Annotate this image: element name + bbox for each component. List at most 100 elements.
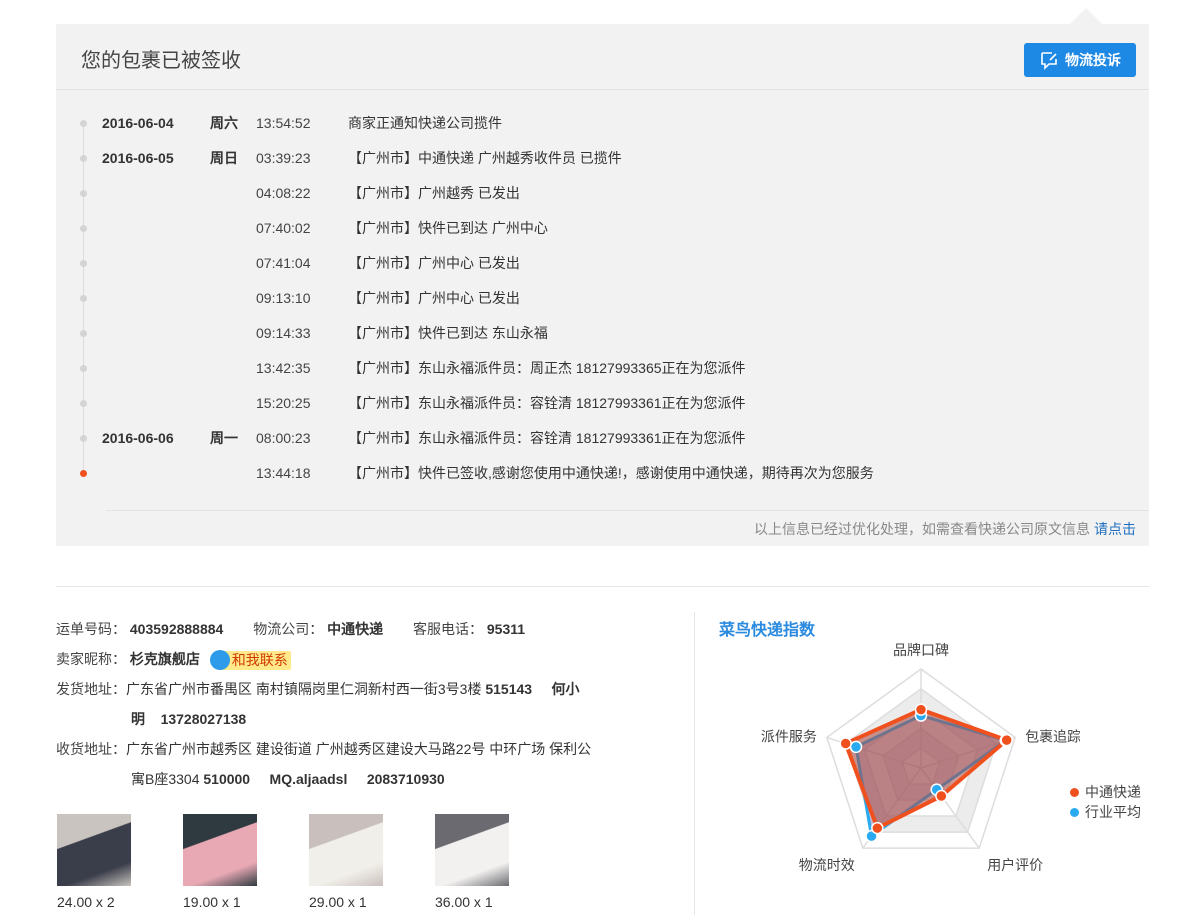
timeline-date: 2016-06-05	[102, 150, 174, 166]
footer-note-text: 以上信息已经过优化处理，如需查看快递公司原文信息	[754, 521, 1090, 537]
radar-point	[935, 789, 948, 803]
timeline-dot	[80, 295, 87, 302]
product-price-qty: 36.00 x 1	[435, 894, 493, 910]
complain-label: 物流投诉	[1065, 52, 1121, 68]
timeline-row: 2016-06-04 周六 13:54:52 商家正通知快递公司揽件	[56, 113, 1149, 133]
recv-label: 收货地址：	[56, 741, 126, 757]
radar-axis-label: 品牌口碑	[893, 642, 949, 658]
info-row-recv-cont: 寓B座3304 510000 MQ.aljaadsl 2083710930	[131, 769, 445, 789]
phone-label: 客服电话：	[413, 621, 483, 637]
timeline-weekday: 周日	[210, 150, 238, 166]
timeline-time: 13:54:52	[256, 115, 311, 131]
company-label: 物流公司：	[253, 621, 324, 637]
seller-name: 杉克旗舰店	[129, 651, 200, 667]
timeline-time: 09:13:10	[256, 290, 311, 306]
timeline-row: 04:08:22 【广州市】广州越秀 已发出	[56, 183, 1149, 203]
recv-phone: 2083710930	[366, 771, 445, 787]
comment-edit-icon	[1041, 52, 1057, 70]
recv-address-2: 寓B座3304	[131, 771, 200, 787]
timeline-row: 09:14:33 【广州市】快件已到达 东山永福	[56, 323, 1149, 343]
recv-zip: 510000	[203, 771, 251, 787]
radar-axis-label: 用户评价	[987, 857, 1043, 873]
timeline-desc: 【广州市】快件已签收,感谢您使用中通快递!，感谢使用中通快递，期待再次为您服务	[348, 465, 874, 481]
seller-label: 卖家昵称：	[56, 651, 126, 667]
timeline-dot	[80, 470, 87, 477]
legend-item-zto: 中通快递	[1070, 782, 1141, 802]
timeline-row: 2016-06-06 周一 08:00:23 【广州市】东山永福派件员：容铨清 …	[56, 428, 1149, 448]
timeline-row: 07:40:02 【广州市】快件已到达 广州中心	[56, 218, 1149, 238]
timeline-desc: 【广州市】中通快递 广州越秀收件员 已揽件	[348, 150, 622, 166]
legend-dot	[1070, 807, 1079, 817]
timeline-dot	[80, 365, 87, 372]
legend-dot	[1070, 787, 1079, 797]
timeline-dot	[80, 435, 87, 442]
legend-item-industry: 行业平均	[1070, 802, 1141, 822]
timeline-desc: 【广州市】广州中心 已发出	[348, 290, 520, 306]
timeline-time: 09:14:33	[256, 325, 311, 341]
legend-label: 中通快递	[1085, 784, 1141, 800]
timeline-dot	[80, 120, 87, 127]
ship-label: 发货地址：	[56, 681, 126, 697]
timeline-dot	[80, 400, 87, 407]
ship-zip: 515143	[485, 681, 533, 697]
timeline-time: 15:20:25	[256, 395, 311, 411]
timeline-time: 08:00:23	[256, 430, 311, 446]
section-divider	[56, 586, 1149, 587]
chart-title: 菜鸟快递指数	[719, 622, 816, 639]
timeline-desc: 【广州市】快件已到达 广州中心	[348, 220, 548, 236]
product-price-qty: 29.00 x 1	[309, 894, 367, 910]
info-row-recv: 收货地址：广东省广州市越秀区 建设街道 广州越秀区建设大马路22号 中环广场 保…	[56, 739, 591, 759]
product-thumbnail[interactable]	[435, 814, 509, 886]
original-info-link[interactable]: 请点击	[1094, 521, 1136, 537]
radar-axis-label: 包裹追踪	[1025, 728, 1080, 744]
radar-point	[871, 821, 884, 835]
radar-point	[914, 703, 928, 716]
radar-axis-label: 物流时效	[799, 857, 855, 873]
timeline-desc: 【广州市】广州越秀 已发出	[348, 185, 520, 201]
recv-name: MQ.aljaadsl	[269, 771, 348, 787]
radar-axis-label: 派件服务	[761, 728, 817, 744]
timeline-row: 2016-06-05 周日 03:39:23 【广州市】中通快递 广州越秀收件员…	[56, 148, 1149, 168]
footer-note: 以上信息已经过优化处理，如需查看快递公司原文信息 请点击	[754, 519, 1136, 539]
product-thumbnail[interactable]	[183, 814, 257, 886]
radar-point	[849, 740, 863, 754]
product-price-qty: 24.00 x 2	[57, 894, 115, 910]
timeline-dot	[80, 155, 87, 162]
product-thumbnail[interactable]	[309, 814, 383, 886]
column-divider	[694, 612, 695, 915]
contact-label: 和我联系	[231, 652, 288, 669]
contact-seller-button[interactable]: 和我联系	[209, 650, 291, 671]
info-row-ship-cont: 明 13728027138	[131, 709, 246, 729]
timeline-time: 04:08:22	[256, 185, 311, 201]
waybill-label: 运单号码：	[56, 621, 126, 637]
product-price-qty: 19.00 x 1	[183, 894, 241, 910]
timeline-date: 2016-06-04	[102, 115, 174, 131]
timeline-desc: 【广州市】东山永福派件员：容铨清 18127993361正在为您派件	[348, 430, 746, 446]
timeline-dot	[80, 190, 87, 197]
panel-header: 您的包裹已被签收 物流投诉	[56, 24, 1149, 90]
timeline-time: 07:41:04	[256, 255, 311, 271]
timeline-row: 13:44:18 【广州市】快件已签收,感谢您使用中通快递!，感谢使用中通快递，…	[56, 463, 1149, 483]
timeline-dot	[80, 330, 87, 337]
timeline-weekday: 周六	[210, 115, 238, 131]
ship-name-1: 何小	[551, 681, 580, 697]
timeline-row: 07:41:04 【广州市】广州中心 已发出	[56, 253, 1149, 273]
wangwang-icon	[209, 650, 230, 671]
timeline-row: 15:20:25 【广州市】东山永福派件员：容铨清 18127993361正在为…	[56, 393, 1149, 413]
timeline-time: 07:40:02	[256, 220, 311, 236]
timeline-row: 09:13:10 【广州市】广州中心 已发出	[56, 288, 1149, 308]
recv-address-1: 广东省广州市越秀区 建设街道 广州越秀区建设大马路22号 中环广场 保利公	[126, 741, 592, 757]
timeline-dot	[80, 260, 87, 267]
product-thumbnail[interactable]	[57, 814, 131, 886]
info-row-waybill: 运单号码： 403592888884 物流公司： 中通快递 客服电话： 9531…	[56, 619, 525, 639]
ship-address: 广东省广州市番禺区 南村镇隔岗里仁洞新村西一街3号3楼	[126, 681, 482, 697]
footer-divider	[106, 510, 1149, 511]
complain-button[interactable]: 物流投诉	[1024, 43, 1136, 77]
company-name: 中通快递	[327, 621, 384, 637]
info-row-seller: 卖家昵称： 杉克旗舰店 和我联系	[56, 649, 291, 671]
legend-label: 行业平均	[1085, 804, 1141, 820]
info-row-ship: 发货地址：广东省广州市番禺区 南村镇隔岗里仁洞新村西一街3号3楼 515143 …	[56, 679, 580, 699]
timeline-desc: 【广州市】广州中心 已发出	[348, 255, 520, 271]
waybill-number: 403592888884	[129, 621, 224, 637]
tracking-panel: 您的包裹已被签收 物流投诉 2016-06-04 周六 13:54:52 商家正…	[56, 24, 1149, 546]
